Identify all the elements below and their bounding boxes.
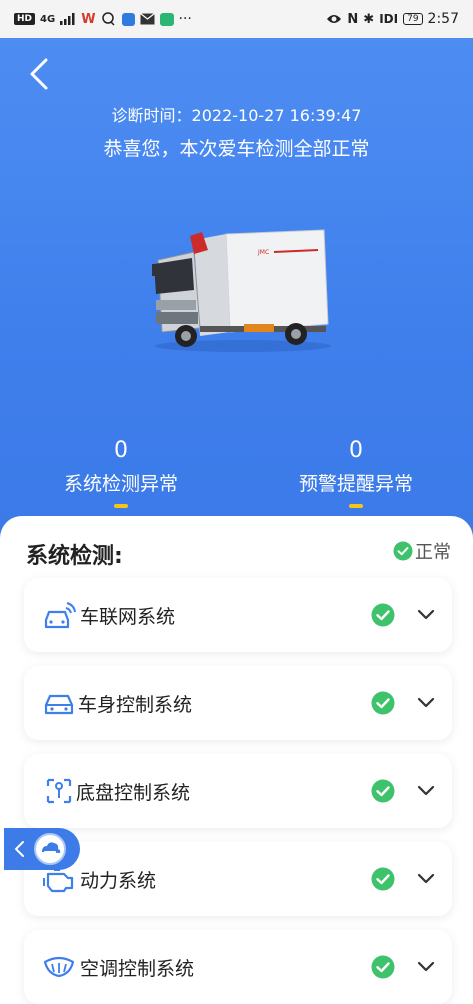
diagnosis-result-message: 恭喜您，本次爱车检测全部正常 bbox=[103, 138, 370, 160]
warning-anomaly-label: 预警提醒异常 bbox=[298, 473, 413, 495]
chassis-icon bbox=[46, 778, 72, 804]
chevron-down-icon[interactable] bbox=[416, 873, 436, 885]
nfc-icon: N bbox=[347, 11, 359, 27]
system-check-panel: 系统检测: 正常 车联网系统 车身控制系统 底盘控制系统 动力系统 空调控制系统 bbox=[0, 516, 473, 1004]
vibrate-icon: IDI bbox=[379, 12, 399, 26]
system-anomaly-count: 0 bbox=[114, 438, 128, 463]
connected-car-icon bbox=[44, 602, 76, 629]
floating-assistant-button[interactable] bbox=[4, 828, 80, 870]
hd-badge: HD bbox=[14, 13, 36, 25]
svg-text:JMC: JMC bbox=[257, 249, 269, 256]
check-circle-icon bbox=[371, 691, 395, 715]
system-anomaly-label: 系统检测异常 bbox=[63, 473, 178, 495]
status-bar-left: HD 4G W ··· bbox=[14, 11, 192, 27]
chevron-down-icon[interactable] bbox=[416, 785, 436, 797]
system-item-label: 车身控制系统 bbox=[78, 693, 193, 716]
truck-image: JMC bbox=[152, 229, 331, 352]
chat-icon bbox=[101, 12, 115, 26]
system-item-telematics[interactable]: 车联网系统 bbox=[24, 578, 452, 652]
system-item-label: 空调控制系统 bbox=[80, 957, 195, 980]
app-icon-blue bbox=[121, 12, 135, 26]
back-icon[interactable] bbox=[26, 56, 54, 92]
chevron-down-icon[interactable] bbox=[416, 961, 436, 973]
tab-indicator bbox=[114, 504, 128, 508]
check-circle-icon bbox=[393, 541, 413, 561]
eye-icon bbox=[327, 15, 342, 23]
diagnosis-header: 诊断时间：2022-10-27 16:39:47 恭喜您，本次爱车检测全部正常 … bbox=[0, 38, 473, 538]
battery-icon: 79 bbox=[403, 13, 423, 25]
system-anomaly-stat[interactable]: 0 系统检测异常 bbox=[36, 438, 206, 508]
app-icon-green bbox=[159, 12, 174, 26]
air-conditioning-icon bbox=[43, 956, 75, 978]
tab-indicator bbox=[349, 504, 363, 508]
check-circle-icon bbox=[371, 603, 395, 627]
chevron-down-icon[interactable] bbox=[416, 609, 436, 621]
system-item-label: 车联网系统 bbox=[80, 605, 176, 628]
signal-icon bbox=[60, 13, 75, 25]
mail-icon bbox=[139, 13, 155, 25]
chevron-left-icon bbox=[15, 841, 24, 857]
section-title: 系统检测: bbox=[26, 544, 123, 569]
wps-icon: W bbox=[81, 11, 96, 27]
diagnosis-time: 诊断时间：2022-10-27 16:39:47 bbox=[111, 106, 362, 125]
system-item-label: 底盘控制系统 bbox=[76, 781, 191, 804]
section-status: 正常 bbox=[393, 538, 451, 564]
more-notifications-icon: ··· bbox=[178, 11, 192, 27]
network-type: 4G bbox=[40, 13, 56, 25]
status-bar: HD 4G W ··· N ✱ IDI 79 2:57 bbox=[0, 0, 473, 38]
check-circle-icon bbox=[371, 779, 395, 803]
system-item-body-control[interactable]: 车身控制系统 bbox=[24, 666, 452, 740]
system-item-air-conditioning[interactable]: 空调控制系统 bbox=[24, 930, 452, 1004]
system-item-chassis-control[interactable]: 底盘控制系统 bbox=[24, 754, 452, 828]
check-circle-icon bbox=[371, 867, 395, 891]
chevron-down-icon[interactable] bbox=[416, 697, 436, 709]
car-body-icon bbox=[44, 694, 74, 715]
jmc-cloud-icon bbox=[34, 833, 66, 865]
system-item-label: 动力系统 bbox=[80, 869, 157, 892]
check-circle-icon bbox=[371, 955, 395, 979]
section-status-label: 正常 bbox=[415, 542, 451, 563]
warning-anomaly-stat[interactable]: 0 预警提醒异常 bbox=[271, 438, 441, 508]
clock: 2:57 bbox=[427, 11, 459, 27]
bluetooth-icon: ✱ bbox=[363, 11, 375, 27]
warning-anomaly-count: 0 bbox=[349, 438, 363, 463]
status-bar-right: N ✱ IDI 79 2:57 bbox=[326, 11, 459, 27]
system-item-powertrain[interactable]: 动力系统 bbox=[24, 842, 452, 916]
